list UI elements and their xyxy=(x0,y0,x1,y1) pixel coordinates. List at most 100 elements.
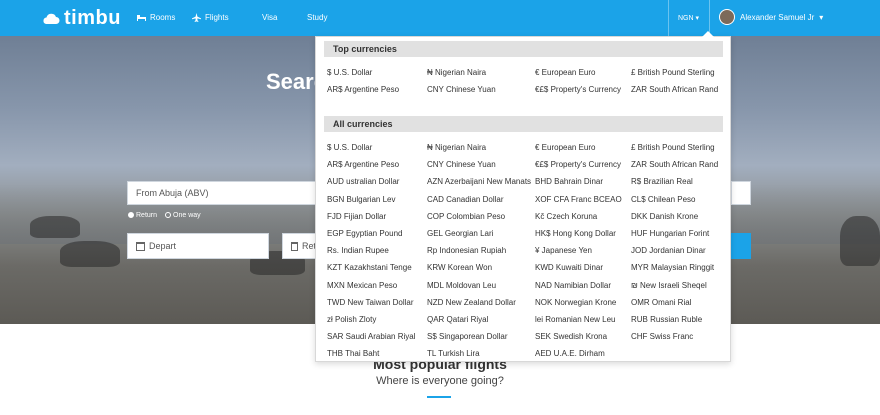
currency-option[interactable]: ¥ Japanese Yen xyxy=(535,244,631,261)
currency-option[interactable]: AR$ Argentine Peso xyxy=(327,83,427,100)
currency-option[interactable]: FJD Fijian Dollar xyxy=(327,210,427,227)
currency-option[interactable]: THB Thai Baht xyxy=(327,347,427,364)
currency-option[interactable]: TWD New Taiwan Dollar xyxy=(327,296,427,313)
nav-study[interactable]: Study xyxy=(307,13,327,22)
radio-oneway-label: One way xyxy=(173,212,201,219)
currency-toggle[interactable]: NGN ▾ xyxy=(678,14,699,22)
radio-icon xyxy=(128,212,134,219)
currency-option[interactable]: S$ Singaporean Dollar xyxy=(427,330,535,347)
hero-animal xyxy=(840,216,880,266)
currency-option[interactable]: BHD Bahrain Dinar xyxy=(535,175,631,192)
currency-option[interactable]: £ British Pound Sterling xyxy=(631,141,727,158)
hero-animal xyxy=(30,216,80,238)
currency-option[interactable]: CAD Canadian Dollar xyxy=(427,193,535,210)
nav-divider xyxy=(668,0,669,36)
currency-option[interactable]: $ U.S. Dollar xyxy=(327,141,427,158)
currency-option[interactable]: TL Turkish Lira xyxy=(427,347,535,364)
currency-option[interactable]: XOF CFA Franc BCEAO xyxy=(535,193,631,210)
currency-option[interactable]: CNY Chinese Yuan xyxy=(427,158,535,175)
currency-option[interactable]: ZAR South African Rand xyxy=(631,158,727,175)
currency-option[interactable]: lei Romanian New Leu xyxy=(535,313,631,330)
avatar xyxy=(719,9,735,25)
radio-icon xyxy=(165,212,172,219)
currency-option[interactable]: ₦ Nigerian Naira xyxy=(427,66,535,83)
top-currencies-list: $ U.S. Dollar ₦ Nigerian Naira € European … xyxy=(327,66,727,100)
all-currencies-header: All currencies xyxy=(324,116,723,132)
calendar-icon xyxy=(136,241,145,251)
bed-icon xyxy=(137,15,146,21)
popular-subtitle: Where is everyone going? xyxy=(376,375,504,387)
currency-option[interactable]: BGN Bulgarian Lev xyxy=(327,193,427,210)
currency-option[interactable]: Kč Czech Koruna xyxy=(535,210,631,227)
currency-option[interactable]: QAR Qatari Riyal xyxy=(427,313,535,330)
hero-animal xyxy=(60,241,120,267)
currency-option[interactable]: COP Colombian Peso xyxy=(427,210,535,227)
currency-option[interactable]: €£$ Property's Currency xyxy=(535,83,631,100)
currency-option[interactable]: KWD Kuwaiti Dinar xyxy=(535,261,631,278)
currency-option[interactable]: DKK Danish Krone xyxy=(631,210,727,227)
trip-type: Return One way xyxy=(128,212,201,219)
currency-option[interactable]: € European Euro xyxy=(535,66,631,83)
currency-option[interactable]: AR$ Argentine Peso xyxy=(327,158,427,175)
all-currencies-list: $ U.S. Dollar ₦ Nigerian Naira € European … xyxy=(327,141,727,364)
currency-option[interactable]: OMR Omani Rial xyxy=(631,296,727,313)
currency-option[interactable]: € European Euro xyxy=(535,141,631,158)
search-button[interactable] xyxy=(731,233,751,259)
currency-option[interactable]: Rp Indonesian Rupiah xyxy=(427,244,535,261)
depart-date-input[interactable]: Depart xyxy=(127,233,269,259)
currency-option[interactable]: SEK Swedish Krona xyxy=(535,330,631,347)
currency-option[interactable]: £ British Pound Sterling xyxy=(631,66,727,83)
currency-option[interactable]: SAR Saudi Arabian Riyal xyxy=(327,330,427,347)
currency-option[interactable]: HUF Hungarian Forint xyxy=(631,227,727,244)
user-menu[interactable]: Alexander Samuel Jr ▾ xyxy=(719,9,823,25)
cloud-icon xyxy=(43,13,60,24)
caret-down-icon: ▾ xyxy=(819,12,824,22)
currency-option[interactable]: MXN Mexican Peso xyxy=(327,279,427,296)
nav-visa[interactable]: Visa xyxy=(262,13,277,22)
plane-icon xyxy=(192,13,201,22)
nav-visa-label: Visa xyxy=(262,13,278,22)
currency-option[interactable]: $ U.S. Dollar xyxy=(327,66,427,83)
currency-option[interactable]: JOD Jordanian Dinar xyxy=(631,244,727,261)
currency-option[interactable]: ₦ Nigerian Naira xyxy=(427,141,535,158)
currency-option[interactable]: NAD Namibian Dollar xyxy=(535,279,631,296)
currency-option[interactable]: ₪ New Israeli Sheqel xyxy=(631,279,727,296)
currency-option[interactable]: HK$ Hong Kong Dollar xyxy=(535,227,631,244)
radio-oneway[interactable]: One way xyxy=(165,212,201,219)
brand-logo[interactable]: timbu xyxy=(42,7,121,30)
currency-dropdown: Top currencies $ U.S. Dollar ₦ Nigerian N… xyxy=(315,31,731,364)
currency-option[interactable]: NOK Norwegian Krone xyxy=(535,296,631,313)
title-underline xyxy=(427,396,451,398)
user-name: Alexander Samuel Jr xyxy=(740,12,815,22)
caret-down-icon: ▾ xyxy=(695,15,700,22)
from-input[interactable]: From Abuja (ABV) xyxy=(127,181,327,205)
brand-name: timbu xyxy=(64,7,121,29)
nav-rooms[interactable]: Rooms xyxy=(137,13,175,22)
currency-option[interactable]: KRW Korean Won xyxy=(427,261,535,278)
currency-option[interactable]: AZN Azerbaijani New Manats xyxy=(427,175,535,192)
currency-option[interactable]: zł Polish Zloty xyxy=(327,313,427,330)
currency-option[interactable]: KZT Kazakhstani Tenge xyxy=(327,261,427,278)
currency-option[interactable]: CL$ Chilean Peso xyxy=(631,193,727,210)
nav-flights[interactable]: Flights xyxy=(192,13,229,22)
currency-option[interactable]: MYR Malaysian Ringgit xyxy=(631,261,727,278)
nav-study-label: Study xyxy=(307,13,328,22)
currency-option[interactable]: R$ Brazilian Real xyxy=(631,175,727,192)
currency-option[interactable]: Rs. Indian Rupee xyxy=(327,244,427,261)
radio-return[interactable]: Return xyxy=(128,212,157,219)
to-input[interactable] xyxy=(731,181,751,205)
depart-label: Depart xyxy=(149,241,177,251)
currency-option[interactable]: MDL Moldovan Leu xyxy=(427,279,535,296)
currency-option[interactable]: CNY Chinese Yuan xyxy=(427,83,535,100)
currency-option[interactable]: EGP Egyptian Pound xyxy=(327,227,427,244)
currency-option[interactable]: RUB Russian Ruble xyxy=(631,313,727,330)
from-input-text: From Abuja (ABV) xyxy=(136,188,209,198)
currency-option[interactable]: AED U.A.E. Dirham xyxy=(535,347,631,364)
currency-option[interactable]: AUD ustralian Dollar xyxy=(327,175,427,192)
currency-toggle-label: NGN xyxy=(678,15,694,22)
currency-option[interactable]: CHF Swiss Franc xyxy=(631,330,727,347)
currency-option[interactable]: NZD New Zealand Dollar xyxy=(427,296,535,313)
currency-option[interactable]: ZAR South African Rand xyxy=(631,83,727,100)
currency-option[interactable]: €£$ Property's Currency xyxy=(535,158,631,175)
currency-option[interactable]: GEL Georgian Lari xyxy=(427,227,535,244)
